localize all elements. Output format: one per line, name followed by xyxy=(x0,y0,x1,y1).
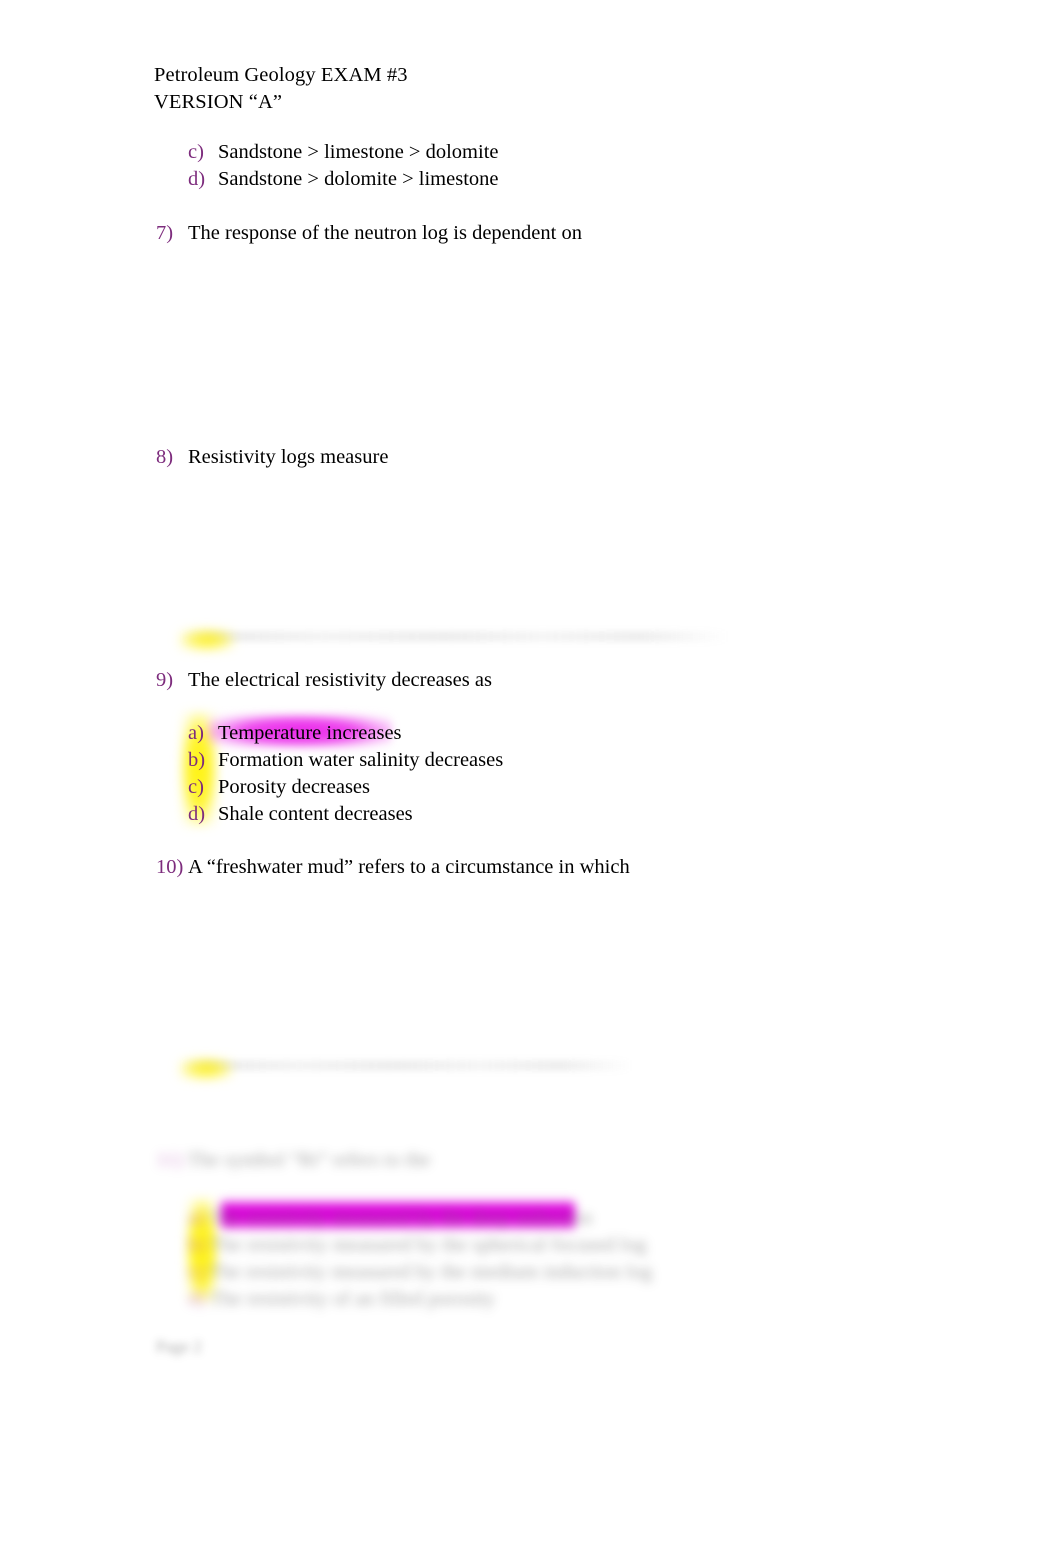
question-10: 10) A “freshwater mud” refers to a circum… xyxy=(156,853,630,881)
option-marker: d) xyxy=(188,168,206,190)
option-label: Shale content decreases xyxy=(218,803,413,825)
list-item: c) Porosity decreases xyxy=(188,774,503,801)
option-label: The resistivity measured by the spherica… xyxy=(209,1234,647,1256)
exam-page: Petroleum Geology EXAM #3 VERSION “A” c)… xyxy=(0,0,1062,1561)
option-label: Sandstone > limestone > dolomite xyxy=(218,141,499,163)
option-marker: a) xyxy=(188,1207,204,1229)
option-marker: c) xyxy=(188,1261,204,1283)
carryover-option-list: c) Sandstone > limestone > dolomite d) San… xyxy=(188,139,498,193)
list-item: b) Formation water salinity decreases xyxy=(188,747,503,774)
option-label: Sandstone > dolomite > limestone xyxy=(218,168,499,190)
option-label: The resistivity of an filled porosity xyxy=(209,1288,496,1310)
option-label: Formation water salinity decreases xyxy=(218,749,504,771)
option-marker: c) xyxy=(188,776,204,798)
question-stem: Resistivity logs measure xyxy=(188,446,389,468)
list-item: d) Shale content decreases xyxy=(188,801,503,828)
option-label: The resistivity measured by the deep ind… xyxy=(208,1207,593,1229)
question-number: 11) xyxy=(156,1149,183,1171)
question-number: 7) xyxy=(156,222,174,244)
option-marker: d) xyxy=(188,1288,206,1310)
question-number: 10) xyxy=(156,856,184,878)
option-marker: c) xyxy=(188,141,204,163)
list-item: d) The resistivity of an filled porosity xyxy=(188,1286,652,1313)
redacted-yellow-smudge xyxy=(178,1057,234,1081)
question-number: 9) xyxy=(156,669,174,691)
list-item: c) Sandstone > limestone > dolomite xyxy=(188,139,498,166)
header-exam-title: Petroleum Geology EXAM #3 xyxy=(154,64,408,86)
option-marker: b) xyxy=(188,749,206,771)
redacted-smear-line xyxy=(182,1060,632,1071)
redacted-smear-line xyxy=(182,631,728,642)
question-stem: The response of the neutron log is depen… xyxy=(188,222,582,244)
question-9-option-list: a) Temperature increases b) Formation wate… xyxy=(188,720,503,828)
option-marker: b) xyxy=(188,1234,206,1256)
list-item: c) The resistivity measured by the mediu… xyxy=(188,1259,652,1286)
question-stem: The symbol “Rt” refers to the xyxy=(187,1149,431,1171)
option-label: The resistivity measured by the medium i… xyxy=(208,1261,653,1283)
header-version: VERSION “A” xyxy=(154,91,283,113)
list-item: d) Sandstone > dolomite > limestone xyxy=(188,166,498,193)
page-footer: Page 2 xyxy=(156,1337,202,1356)
list-item: b) The resistivity measured by the spher… xyxy=(188,1232,652,1259)
option-label: Porosity decreases xyxy=(218,776,370,798)
question-11: 11) The symbol “Rt” refers to the xyxy=(156,1147,430,1174)
question-11-option-list: a) The resistivity measured by the deep … xyxy=(188,1205,652,1313)
option-marker: d) xyxy=(188,803,206,825)
document-header: Petroleum Geology EXAM #3 VERSION “A” xyxy=(154,62,408,116)
question-7: 7) The response of the neutron log is dep… xyxy=(156,219,582,247)
option-marker: a) xyxy=(188,722,204,744)
question-stem: A “freshwater mud” refers to a circumsta… xyxy=(188,856,630,878)
list-item: a) Temperature increases xyxy=(188,720,503,747)
question-number: 8) xyxy=(156,446,174,468)
list-item: a) The resistivity measured by the deep … xyxy=(188,1205,652,1232)
question-9: 9) The electrical resistivity decreases a… xyxy=(156,666,492,694)
redacted-yellow-smudge xyxy=(178,628,236,652)
option-label: Temperature increases xyxy=(218,722,402,744)
question-8: 8) Resistivity logs measure xyxy=(156,443,388,471)
question-stem: The electrical resistivity decreases as xyxy=(188,669,492,691)
